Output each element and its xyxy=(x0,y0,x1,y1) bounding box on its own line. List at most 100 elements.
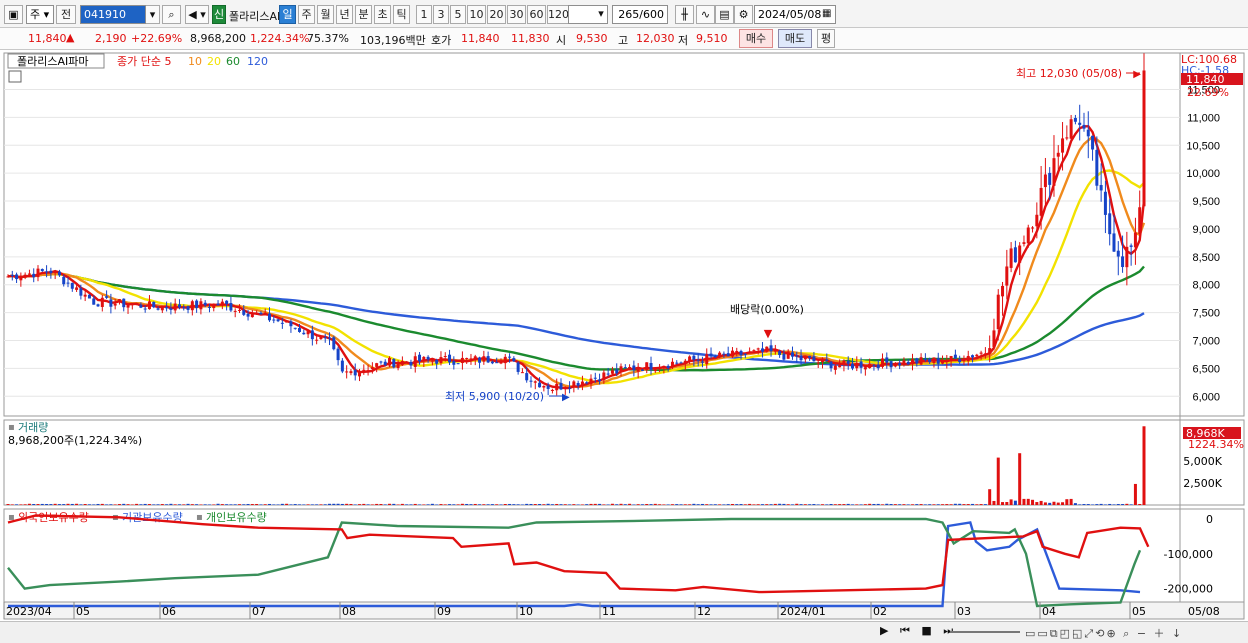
candle-body xyxy=(833,365,837,370)
candle-type-icon[interactable]: ╫ xyxy=(675,5,694,24)
period-button-0[interactable]: 일 xyxy=(279,5,296,24)
search-icon[interactable]: ⌕ xyxy=(162,5,181,24)
price-tick-label: 8,000 xyxy=(1192,280,1220,292)
holding-tick-label: -200,000 xyxy=(1164,583,1213,596)
volume-bar xyxy=(246,504,250,505)
scroll-controls[interactable]: ▶ ⏮ ■ ⏭ xyxy=(880,624,957,638)
candle-body xyxy=(285,320,289,323)
volume-bar xyxy=(70,503,74,505)
candle-body xyxy=(6,276,10,278)
candle-body xyxy=(23,274,27,277)
volume-bar xyxy=(62,504,66,505)
period-button-5[interactable]: 초 xyxy=(374,5,391,24)
candle-body xyxy=(769,345,773,352)
market-select[interactable]: 주 ▾ xyxy=(26,5,54,24)
candle-body xyxy=(186,306,190,310)
interval-button-60[interactable]: 60 xyxy=(527,5,546,24)
volume-bar xyxy=(928,504,932,505)
prev-button[interactable]: 전 xyxy=(56,5,76,24)
candle-body xyxy=(615,369,619,374)
interval-dropdown-icon[interactable]: ▾ xyxy=(594,5,608,24)
stock-chart[interactable]: 11,50011,00010,50010,0009,5009,0008,5008… xyxy=(0,50,1248,621)
count-value: 265 xyxy=(618,8,640,21)
interval-button-10[interactable]: 10 xyxy=(467,5,486,24)
price-tick-label: 6,000 xyxy=(1192,391,1220,403)
x-axis-label: 09 xyxy=(437,605,451,618)
tool-icons[interactable]: ▭▭⧉◰◱⤢⟲⊕ ⌕ − ＋ ↓ xyxy=(1025,625,1183,641)
candle-body xyxy=(915,358,919,364)
candle-body xyxy=(765,346,769,352)
volume-bar xyxy=(975,504,979,505)
interval-button-1[interactable]: 1 xyxy=(416,5,432,24)
stock-code-input[interactable]: 041910 xyxy=(80,5,146,24)
save-icon[interactable]: ▤ xyxy=(715,5,734,24)
interval-button-30[interactable]: 30 xyxy=(507,5,526,24)
volume-bar xyxy=(100,503,104,505)
volume-bar xyxy=(15,504,19,505)
candle-body xyxy=(469,358,473,360)
candle-body xyxy=(456,363,460,365)
volume-bar xyxy=(160,504,164,505)
period-button-4[interactable]: 분 xyxy=(355,5,372,24)
volume-bar xyxy=(911,504,915,505)
sound-icon[interactable]: ◀ ▾ xyxy=(185,5,209,24)
interval-button-3[interactable]: 3 xyxy=(433,5,449,24)
period-button-2[interactable]: 월 xyxy=(317,5,334,24)
calendar-icon[interactable]: ▦ xyxy=(822,8,831,19)
candle-body xyxy=(718,352,722,356)
candle-body xyxy=(606,373,610,375)
candle-body xyxy=(426,356,430,360)
settings-icon[interactable]: ⚙ xyxy=(734,5,753,24)
candle-body xyxy=(885,357,889,363)
interval-button-5[interactable]: 5 xyxy=(450,5,466,24)
sell-button[interactable]: 매도 xyxy=(778,29,812,48)
buy-button[interactable]: 매수 xyxy=(739,29,773,48)
indicator-icon[interactable]: ∿ xyxy=(696,5,715,24)
volume-bar xyxy=(615,504,619,505)
period-button-6[interactable]: 틱 xyxy=(393,5,410,24)
volume-bar xyxy=(190,504,194,505)
code-dropdown-icon[interactable]: ▾ xyxy=(146,5,160,24)
candle-body xyxy=(100,297,104,307)
dividend-annotation: 배당락(0.00%) xyxy=(730,303,804,316)
candle-body xyxy=(743,353,747,355)
volume-bar xyxy=(992,500,996,505)
candle-body xyxy=(508,356,512,358)
eval-button[interactable]: 평 xyxy=(817,29,835,48)
volume-bar xyxy=(1112,504,1116,505)
holding-tick-label: 0 xyxy=(1206,513,1213,526)
candle-body xyxy=(199,301,203,310)
volume-bar xyxy=(139,504,143,505)
candle-body xyxy=(983,353,987,355)
volume-bar xyxy=(1095,504,1099,505)
volume-bar xyxy=(576,504,580,505)
volume-bar xyxy=(850,504,854,505)
candle-body xyxy=(418,354,422,362)
candle-body xyxy=(975,354,979,357)
candle-body xyxy=(756,348,760,350)
x-axis-label: 11 xyxy=(602,605,616,618)
period-button-3[interactable]: 년 xyxy=(336,5,353,24)
candle-body xyxy=(589,378,593,385)
candle-body xyxy=(658,367,662,369)
volume-bar xyxy=(1129,504,1133,505)
volume-bar xyxy=(846,503,850,505)
volume-bar xyxy=(49,504,53,505)
period-button-1[interactable]: 주 xyxy=(298,5,315,24)
interval-button-20[interactable]: 20 xyxy=(487,5,506,24)
interval-button-120[interactable]: 120 xyxy=(547,5,569,24)
candle-body xyxy=(1129,245,1133,247)
volume-bar xyxy=(328,503,332,505)
volume-bar xyxy=(936,504,940,505)
count-field[interactable]: 265/600 xyxy=(612,5,668,24)
candle-body xyxy=(478,357,482,363)
volume-bar xyxy=(1048,502,1052,505)
x-axis-label: 07 xyxy=(252,605,266,618)
zoom-slider[interactable] xyxy=(950,631,1020,633)
volume-bar xyxy=(516,504,520,505)
layout-icon[interactable]: ▣ xyxy=(4,5,23,24)
candle-body xyxy=(1082,124,1086,129)
volume-bar xyxy=(786,504,790,505)
volume-bar xyxy=(435,504,439,505)
volume-bar xyxy=(915,504,919,505)
